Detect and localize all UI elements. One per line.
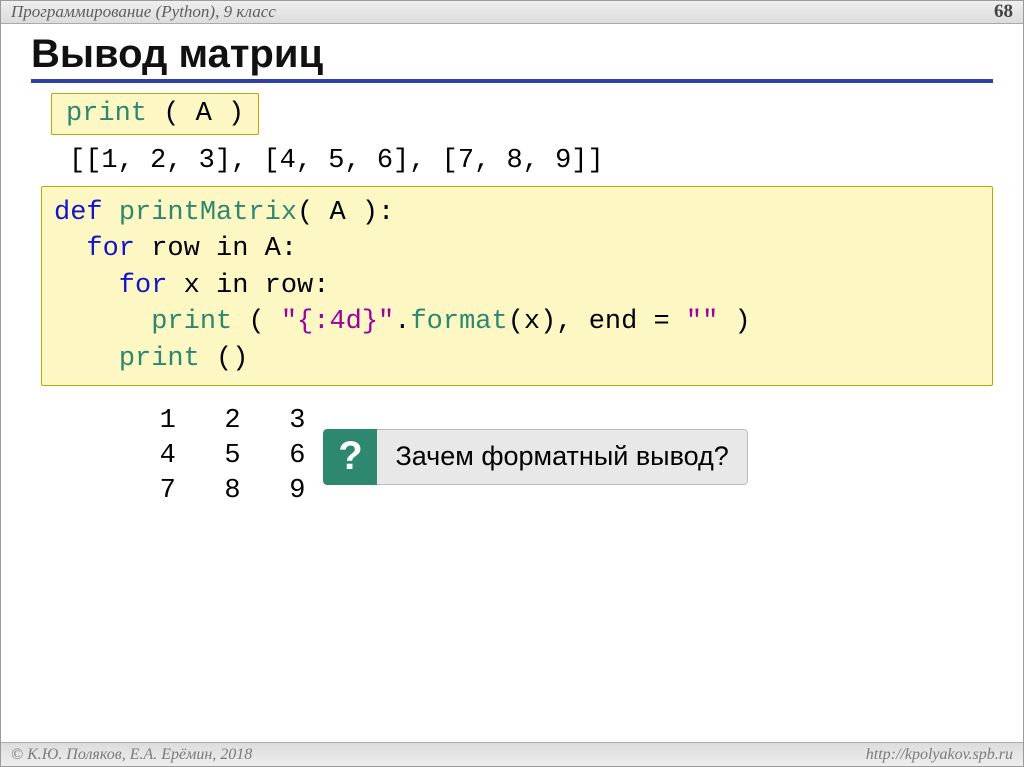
fn-name: printMatrix	[119, 198, 297, 228]
code-snippet-1: print ( A )	[51, 93, 259, 135]
slide-footer: © К.Ю. Поляков, Е.А. Ерёмин, 2018 http:/…	[1, 742, 1023, 766]
code-text: x in row:	[184, 271, 330, 301]
code-text: )	[718, 307, 750, 337]
fn-print: print	[119, 344, 200, 374]
code-text: ( A )	[147, 99, 244, 129]
kw-for: for	[54, 234, 151, 264]
code-text: =	[637, 307, 686, 337]
question-mark-icon: ?	[323, 429, 377, 485]
slide-header: Программирование (Python), 9 класс 68	[1, 1, 1023, 24]
code-str: ""	[686, 307, 718, 337]
footer-link[interactable]: http://kpolyakov.spb.ru	[866, 746, 1013, 764]
code-text: row in A:	[151, 234, 297, 264]
inline-output: [[1, 2, 3], [4, 5, 6], [7, 8, 9]]	[69, 143, 993, 179]
course-title: Программирование (Python), 9 класс	[11, 2, 276, 22]
fn-print: print	[151, 307, 232, 337]
code-fn: print	[66, 99, 147, 129]
code-text: ()	[200, 344, 249, 374]
kw-def: def	[54, 198, 119, 228]
code-text: (	[232, 307, 281, 337]
question-callout: ? Зачем форматный вывод?	[323, 429, 747, 485]
slide-content: Вывод матриц print ( A ) [[1, 2, 3], [4,…	[1, 24, 1023, 742]
kw-for: for	[54, 271, 184, 301]
code-text: (x), end	[508, 307, 638, 337]
code-text: ( A ):	[297, 198, 394, 228]
page-number: 68	[994, 1, 1013, 23]
copyright: © К.Ю. Поляков, Е.А. Ерёмин, 2018	[11, 746, 252, 764]
code-snippet-2: def printMatrix( A ): for row in A: for …	[41, 186, 993, 386]
code-str: "{:4d}"	[281, 307, 394, 337]
slide: Программирование (Python), 9 класс 68 Вы…	[0, 0, 1024, 767]
code-pad	[54, 307, 151, 337]
output-row: 1 2 3 4 5 6 7 8 9 ? Зачем форматный выво…	[31, 404, 993, 509]
code-text: .	[394, 307, 410, 337]
code-pad	[54, 344, 119, 374]
slide-title: Вывод матриц	[31, 32, 993, 83]
question-text: Зачем форматный вывод?	[377, 429, 747, 485]
matrix-output: 1 2 3 4 5 6 7 8 9	[111, 404, 305, 509]
fn-format: format	[410, 307, 507, 337]
